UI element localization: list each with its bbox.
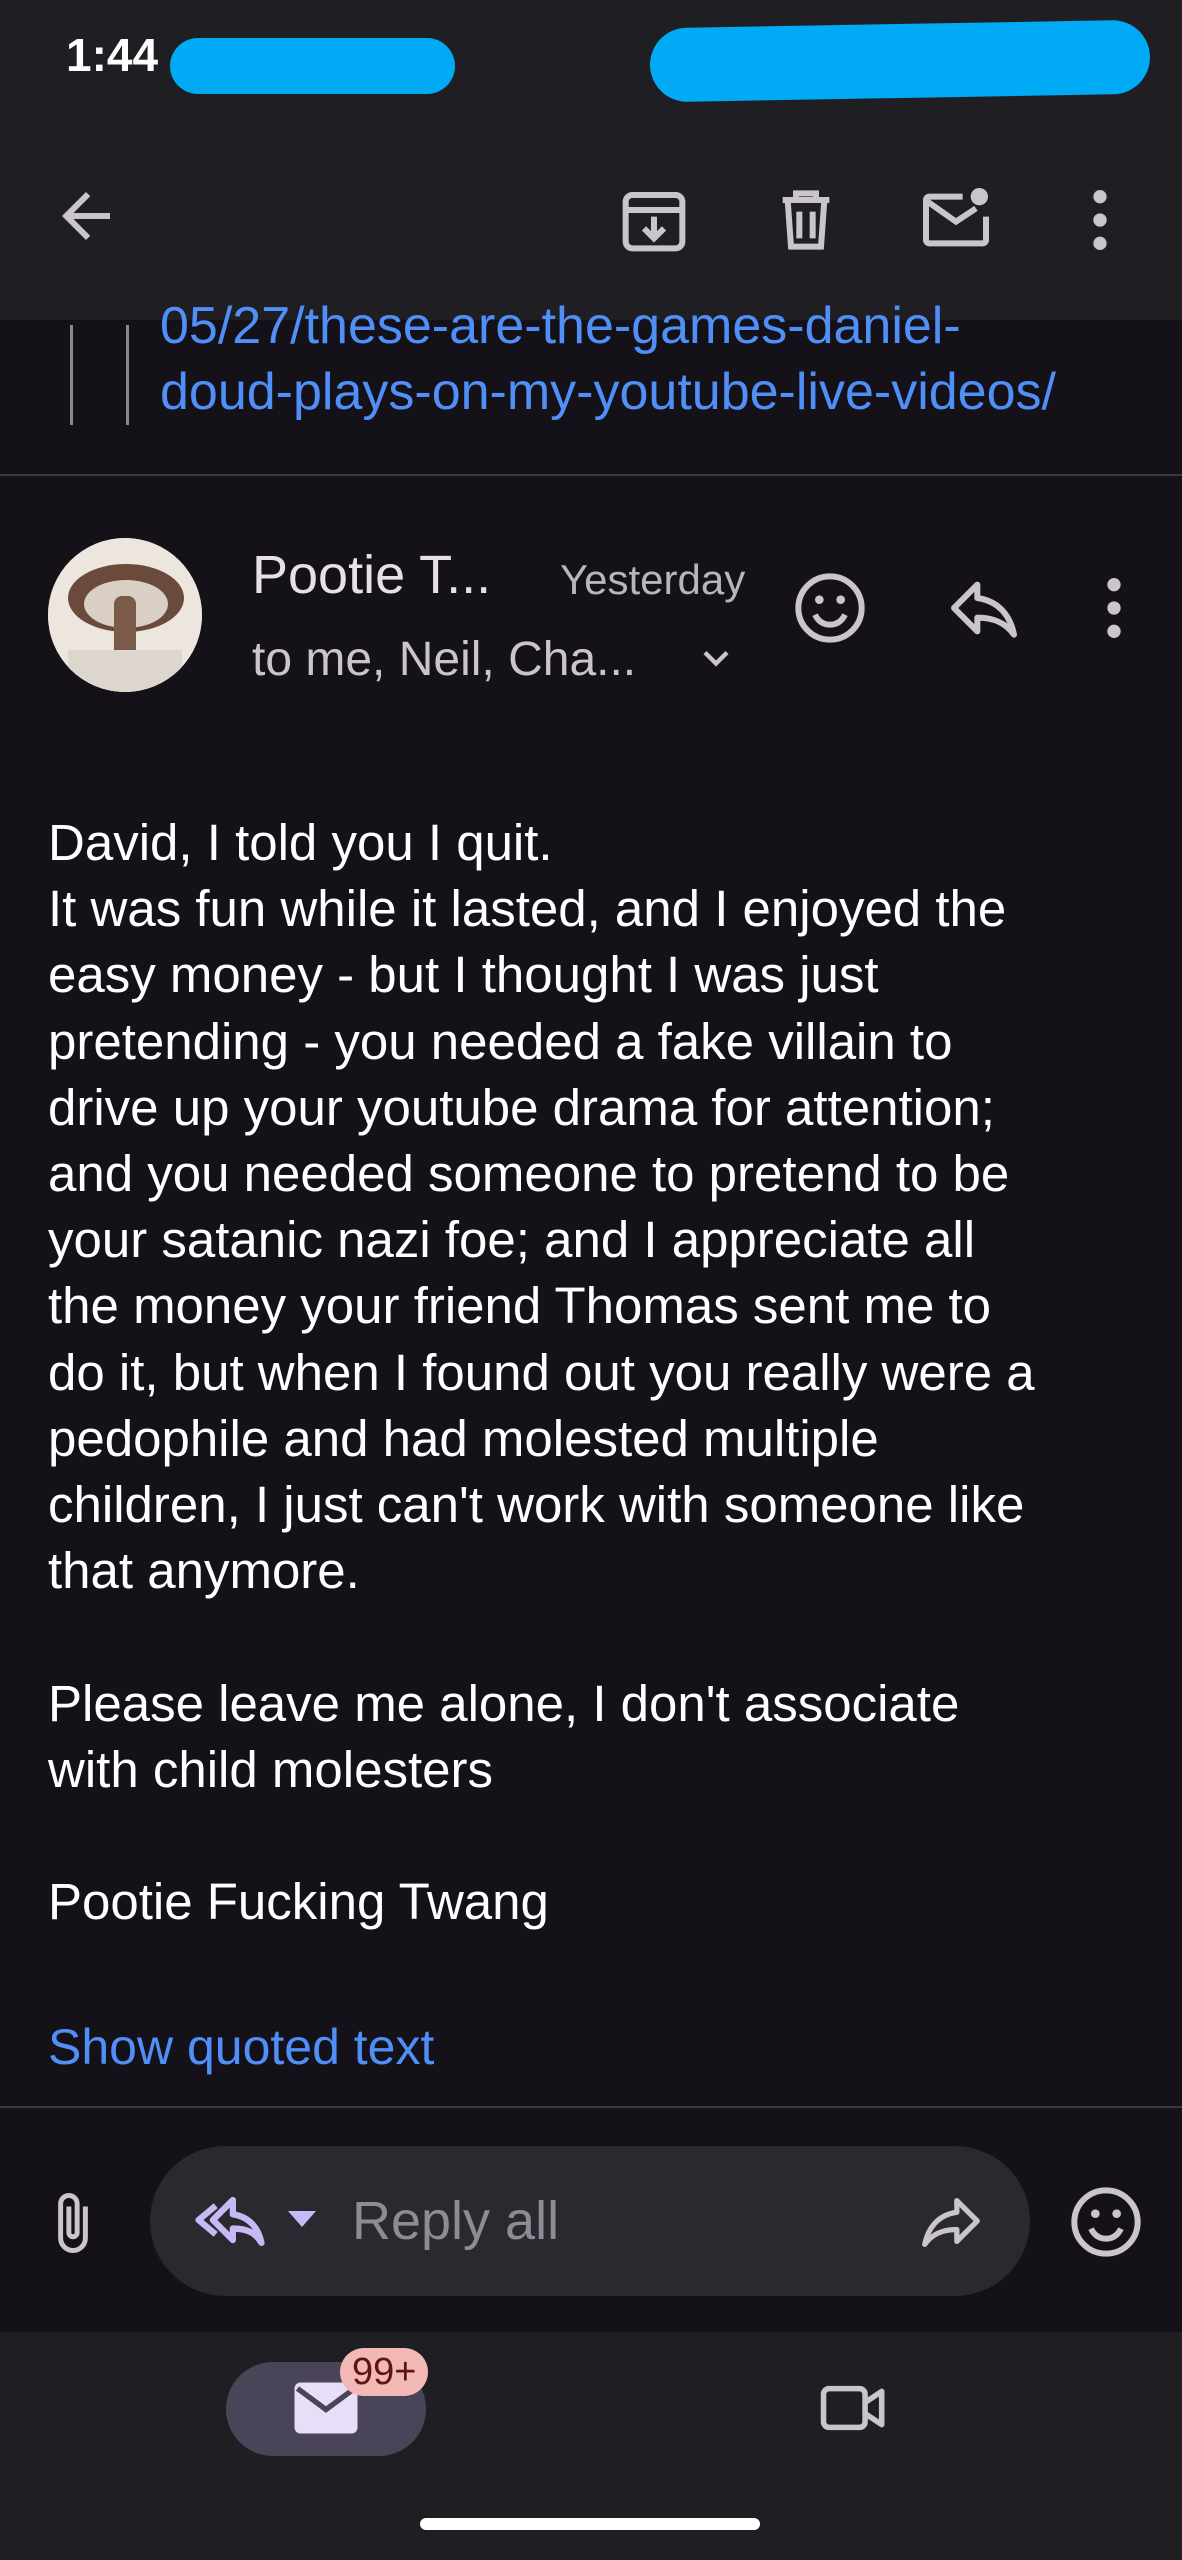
redaction-mark-right [649,19,1151,103]
redaction-mark-left [170,38,455,94]
message-body: David, I told you I quit. It was fun whi… [48,814,1035,1931]
emoji-reaction-icon[interactable] [790,568,870,648]
mail-badge: 99+ [340,2348,429,2396]
recipients[interactable]: to me, Neil, Cha... [252,632,636,687]
top-toolbar [0,120,1182,320]
attachment-icon[interactable] [40,2190,106,2256]
reply-all-icon[interactable] [190,2184,270,2256]
quoted-link-line-2[interactable]: doud-plays-on-my-youtube-live-videos/ [160,362,1056,422]
reply-type-dropdown-icon[interactable] [282,2204,322,2234]
meet-video-icon[interactable] [818,2376,890,2440]
back-arrow-icon[interactable] [50,180,122,252]
sender-name[interactable]: Pootie T... [252,544,491,606]
more-options-icon[interactable] [1080,180,1120,260]
sender-avatar[interactable] [48,538,202,692]
reply-all-label: Reply all [352,2191,560,2251]
mark-unread-icon[interactable] [916,180,996,260]
home-indicator[interactable] [420,2518,760,2530]
chevron-down-icon[interactable] [694,636,738,680]
message-date: Yesterday [560,556,746,603]
reply-icon[interactable] [944,568,1024,648]
message-more-icon[interactable] [1094,568,1134,648]
quoted-link-line-1[interactable]: 05/27/these-are-the-games-daniel- [160,296,961,356]
forward-icon[interactable] [916,2186,986,2256]
show-quoted-text-link[interactable]: Show quoted text [48,2018,434,2076]
archive-icon[interactable] [614,180,694,260]
emoji-icon[interactable] [1066,2182,1146,2262]
status-time: 1:44 [66,29,159,81]
delete-icon[interactable] [766,180,846,260]
quote-bars [70,325,130,425]
message-divider [0,474,1182,476]
